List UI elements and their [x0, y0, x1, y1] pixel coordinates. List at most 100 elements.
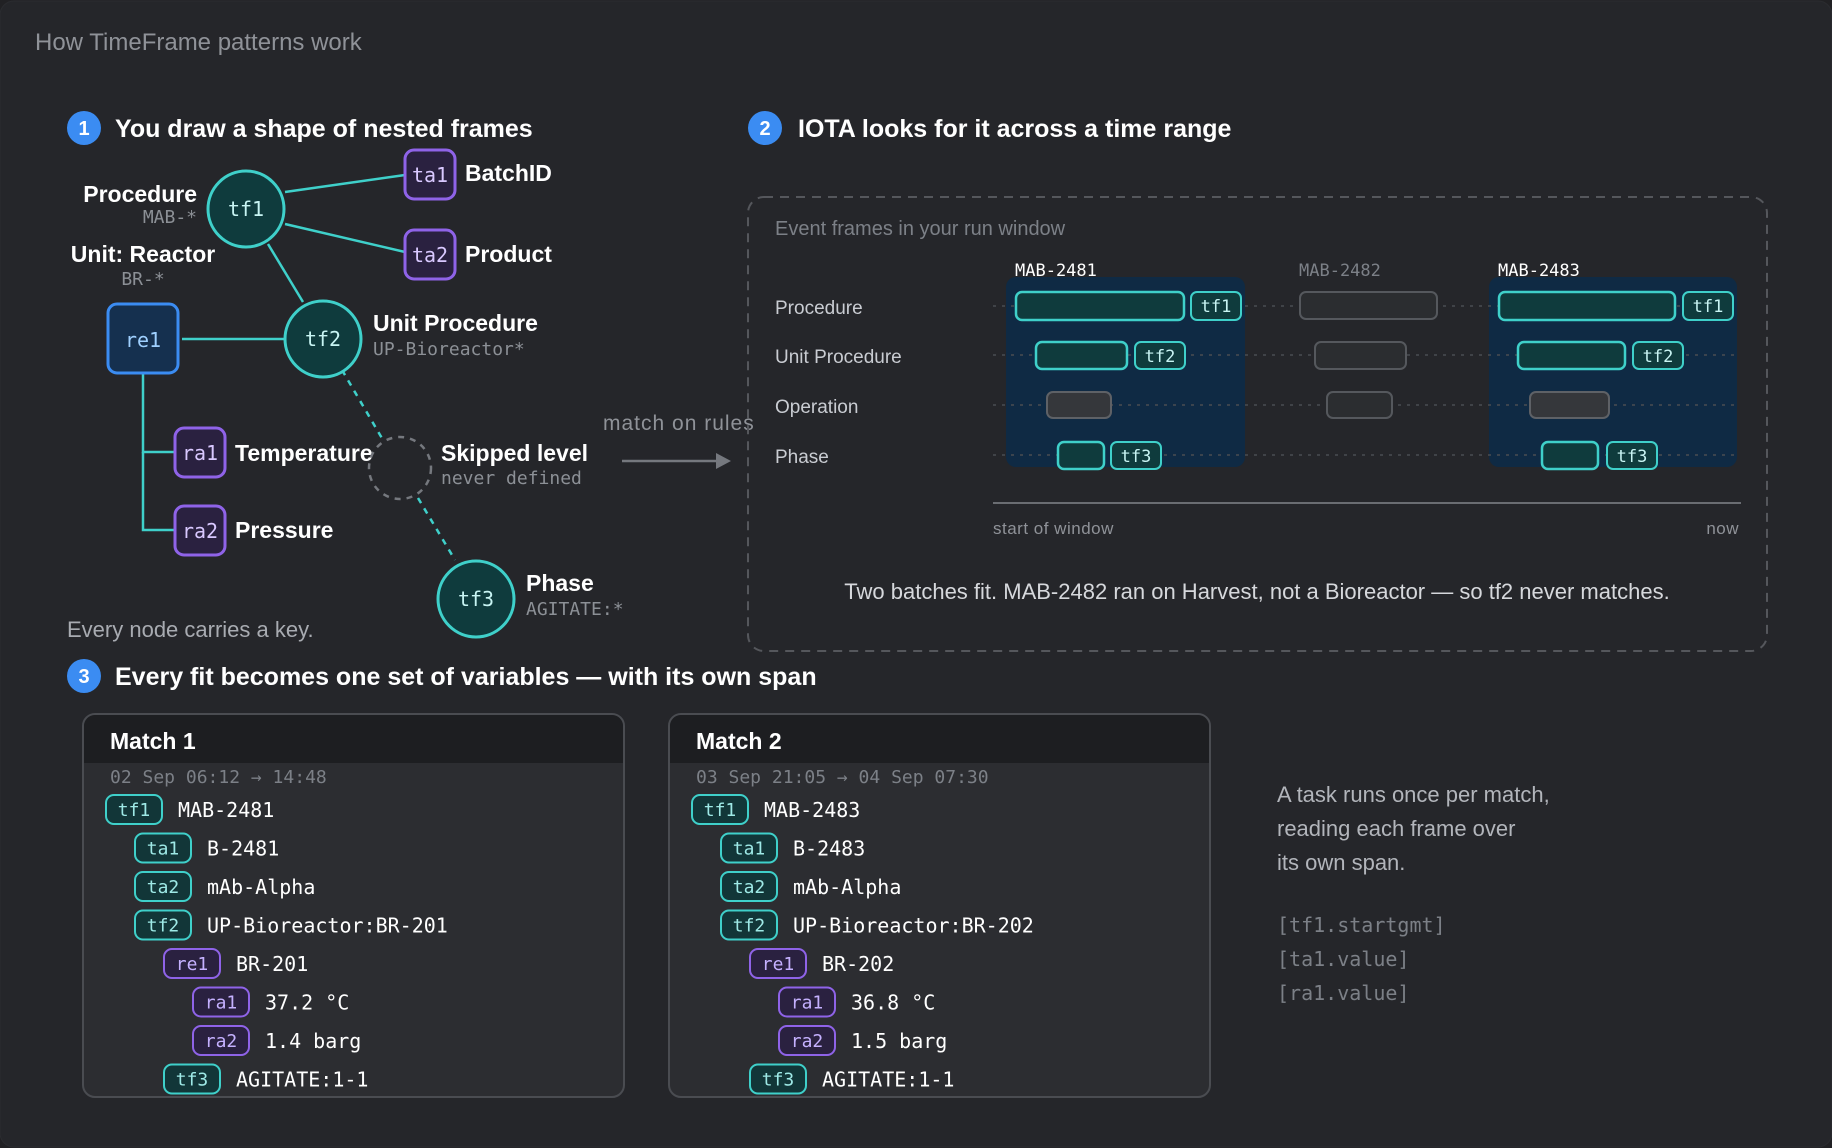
match-span: 02 Sep 06:12 → 14:48	[110, 767, 327, 788]
frame-phase-mab-2483	[1540, 440, 1600, 471]
node-ta1-label: BatchID	[465, 160, 552, 186]
section-3-number: 3	[78, 666, 89, 688]
side-text-line-1: A task runs once per match,	[1277, 782, 1550, 807]
chip-tf2-label-mab-2481: tf2	[1145, 347, 1176, 367]
node-ta2-label: Product	[465, 241, 552, 267]
node-skipped-sub: never defined	[441, 468, 582, 489]
match-value: MAB-2483	[764, 798, 860, 822]
match-value: B-2483	[793, 837, 865, 861]
match-key-label: tf1	[118, 800, 151, 821]
match-key-label: re1	[762, 954, 795, 975]
axis-start-label: start of window	[993, 519, 1114, 538]
chip-tf2-label-mab-2483: tf2	[1643, 347, 1674, 367]
match-value: AGITATE:1-1	[822, 1068, 954, 1092]
match-key-label: tf1	[704, 800, 737, 821]
match-key-label: ta1	[147, 839, 180, 860]
node-tf2-id: tf2	[305, 327, 341, 351]
node-tf3-sub: AGITATE:*	[526, 599, 624, 620]
node-ra2-id: ra2	[182, 519, 218, 543]
batch-label-mab-2483: MAB-2483	[1498, 261, 1580, 281]
section-2-caption: Two batches fit. MAB-2482 ran on Harvest…	[844, 579, 1669, 604]
batch-label-mab-2481: MAB-2481	[1015, 261, 1097, 281]
chip-tf1-label-mab-2483: tf1	[1693, 297, 1724, 317]
match-card-1: Match 1 02 Sep 06:12 → 14:48 tf1 MAB-2481 ta…	[82, 713, 625, 1098]
frame-unit-procedure-mab-2481	[1034, 340, 1129, 371]
match-key-label: ra2	[205, 1031, 238, 1052]
match-key-label: ra1	[205, 993, 238, 1014]
match-span: 03 Sep 21:05 → 04 Sep 07:30	[696, 767, 989, 788]
diagram-canvas: How TimeFrame patterns work 1 You draw a…	[0, 0, 1832, 1148]
side-code-line-1: [tf1.startgmt]	[1277, 913, 1446, 937]
node-re1-label: Unit: Reactor	[71, 241, 215, 267]
match-value: 37.2 °C	[265, 991, 349, 1015]
match-key-label: tf2	[147, 916, 180, 937]
section-2-number: 2	[759, 118, 770, 140]
node-tf2-sub: UP-Bioreactor*	[373, 339, 525, 360]
node-tf1-sub: MAB-*	[143, 207, 197, 228]
node-tf1-label: Procedure	[83, 181, 197, 207]
match-key-label: tf2	[733, 916, 766, 937]
side-code-line-3: [ra1.value]	[1277, 981, 1409, 1005]
match-value: BR-201	[236, 952, 308, 976]
match-value: MAB-2481	[178, 798, 274, 822]
match-card-2: Match 2 03 Sep 21:05 → 04 Sep 07:30 tf1 MAB…	[668, 713, 1211, 1098]
row-label-unit-procedure: Unit Procedure	[775, 347, 902, 368]
match-key-label: ta2	[147, 877, 180, 898]
node-skipped-label: Skipped level	[441, 440, 588, 466]
match-title: Match 1	[110, 728, 196, 754]
chip-tf3-label-mab-2481: tf3	[1121, 447, 1152, 467]
section-1-footer: Every node carries a key.	[67, 617, 314, 642]
section-1-title: You draw a shape of nested frames	[115, 115, 533, 143]
node-tf3-id: tf3	[458, 587, 494, 611]
match-key-label: tf3	[176, 1070, 209, 1091]
node-tf3-label: Phase	[526, 570, 594, 596]
match-arrow-label: match on rules	[603, 412, 755, 435]
match-key-label: ta2	[733, 877, 766, 898]
frame-operation-mab-2483	[1529, 391, 1610, 419]
match-key-label: tf3	[762, 1070, 795, 1091]
match-value: 36.8 °C	[851, 991, 935, 1015]
frame-procedure-mab-2483	[1497, 290, 1677, 322]
match-value: UP-Bioreactor:BR-201	[207, 914, 448, 938]
match-key-label: ra1	[791, 993, 824, 1014]
match-value: mAb-Alpha	[207, 875, 315, 899]
match-key-label: re1	[176, 954, 209, 975]
node-re1-sub: BR-*	[121, 269, 164, 290]
page-title: How TimeFrame patterns work	[35, 29, 363, 56]
match-value: AGITATE:1-1	[236, 1068, 368, 1092]
batch-label-mab-2482: MAB-2482	[1299, 261, 1381, 281]
axis-end-label: now	[1706, 519, 1739, 538]
node-ta2-id: ta2	[412, 243, 448, 267]
node-re1-id: re1	[125, 328, 161, 352]
run-window-title: Event frames in your run window	[775, 218, 1066, 240]
frame-operation-mab-2482	[1326, 391, 1393, 419]
frame-procedure-mab-2481	[1014, 290, 1186, 322]
match-value: 1.5 barg	[851, 1029, 947, 1053]
frame-operation-mab-2481	[1046, 391, 1112, 419]
side-text-line-3: its own span.	[1277, 850, 1405, 875]
chip-tf3-label-mab-2483: tf3	[1617, 447, 1648, 467]
match-key-label: ra2	[791, 1031, 824, 1052]
side-code-line-2: [ta1.value]	[1277, 947, 1409, 971]
node-ra1-id: ra1	[182, 441, 218, 465]
match-value: mAb-Alpha	[793, 875, 901, 899]
chip-tf1-label-mab-2481: tf1	[1201, 297, 1232, 317]
section-3-title: Every fit becomes one set of variables —…	[115, 663, 817, 691]
section-2-title: IOTA looks for it across a time range	[798, 115, 1232, 143]
row-label-procedure: Procedure	[775, 298, 863, 319]
node-ra1-label: Temperature	[235, 440, 373, 466]
row-label-phase: Phase	[775, 447, 829, 468]
node-ta1-id: ta1	[412, 163, 448, 187]
frame-unit-procedure-mab-2483	[1516, 340, 1627, 371]
side-text-line-2: reading each frame over	[1277, 816, 1515, 841]
node-ra2-label: Pressure	[235, 517, 333, 543]
match-value: B-2481	[207, 837, 279, 861]
node-tf1-id: tf1	[228, 197, 264, 221]
frame-procedure-mab-2482	[1299, 291, 1438, 320]
match-value: UP-Bioreactor:BR-202	[793, 914, 1034, 938]
match-title: Match 2	[696, 728, 782, 754]
match-value: BR-202	[822, 952, 894, 976]
match-key-label: ta1	[733, 839, 766, 860]
frame-unit-procedure-mab-2482	[1314, 341, 1407, 370]
node-tf2-label: Unit Procedure	[373, 310, 538, 336]
